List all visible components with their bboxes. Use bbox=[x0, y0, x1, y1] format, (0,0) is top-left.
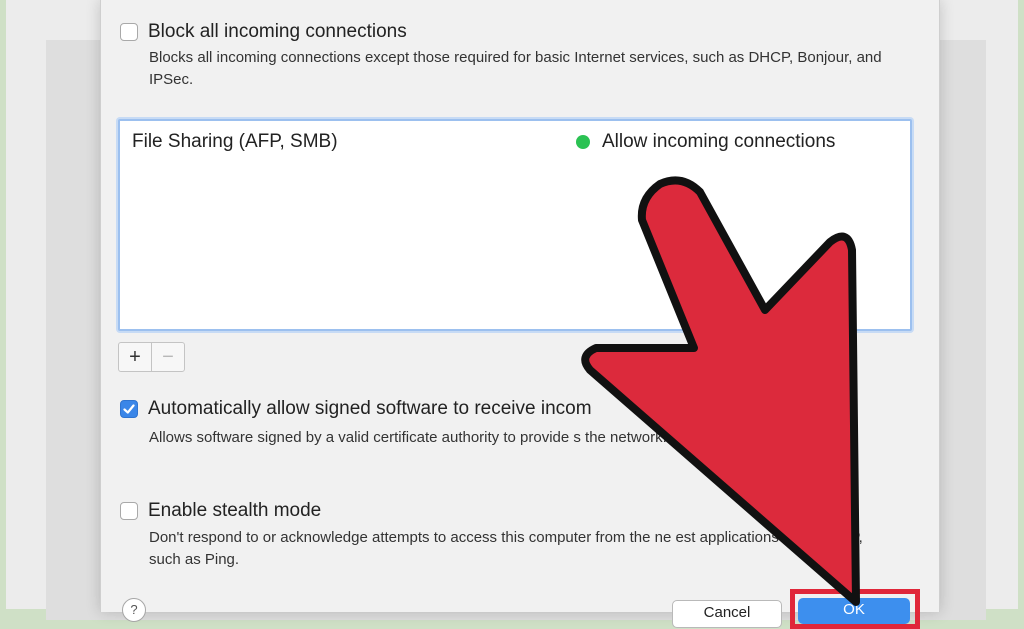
checkmark-icon bbox=[123, 404, 135, 414]
service-status-label: Allow incoming connections bbox=[602, 131, 836, 152]
service-status[interactable]: Allow incoming connections bbox=[576, 131, 835, 153]
auto-allow-signed-checkbox[interactable] bbox=[120, 400, 138, 418]
block-all-description: Blocks all incoming connections except t… bbox=[149, 49, 882, 88]
block-all-row: Block all incoming connections bbox=[120, 21, 407, 43]
block-all-checkbox[interactable] bbox=[120, 23, 138, 41]
auto-allow-signed-label: Automatically allow signed software to r… bbox=[148, 398, 592, 419]
list-item[interactable]: File Sharing (AFP, SMB) Allow incoming c… bbox=[132, 131, 898, 155]
add-app-button[interactable]: + bbox=[119, 343, 151, 371]
list-controls: + − bbox=[118, 342, 185, 372]
pointer-arrow-icon bbox=[581, 176, 860, 606]
remove-app-button[interactable]: − bbox=[151, 343, 184, 371]
auto-allow-signed-row: Automatically allow signed software to r… bbox=[120, 398, 592, 420]
stealth-mode-label: Enable stealth mode bbox=[148, 500, 322, 521]
help-button[interactable]: ? bbox=[122, 598, 146, 622]
stealth-mode-row: Enable stealth mode bbox=[120, 500, 321, 522]
status-dot-icon bbox=[576, 135, 590, 149]
stealth-mode-checkbox[interactable] bbox=[120, 502, 138, 520]
block-all-label: Block all incoming connections bbox=[148, 21, 407, 42]
service-name: File Sharing (AFP, SMB) bbox=[132, 131, 338, 152]
